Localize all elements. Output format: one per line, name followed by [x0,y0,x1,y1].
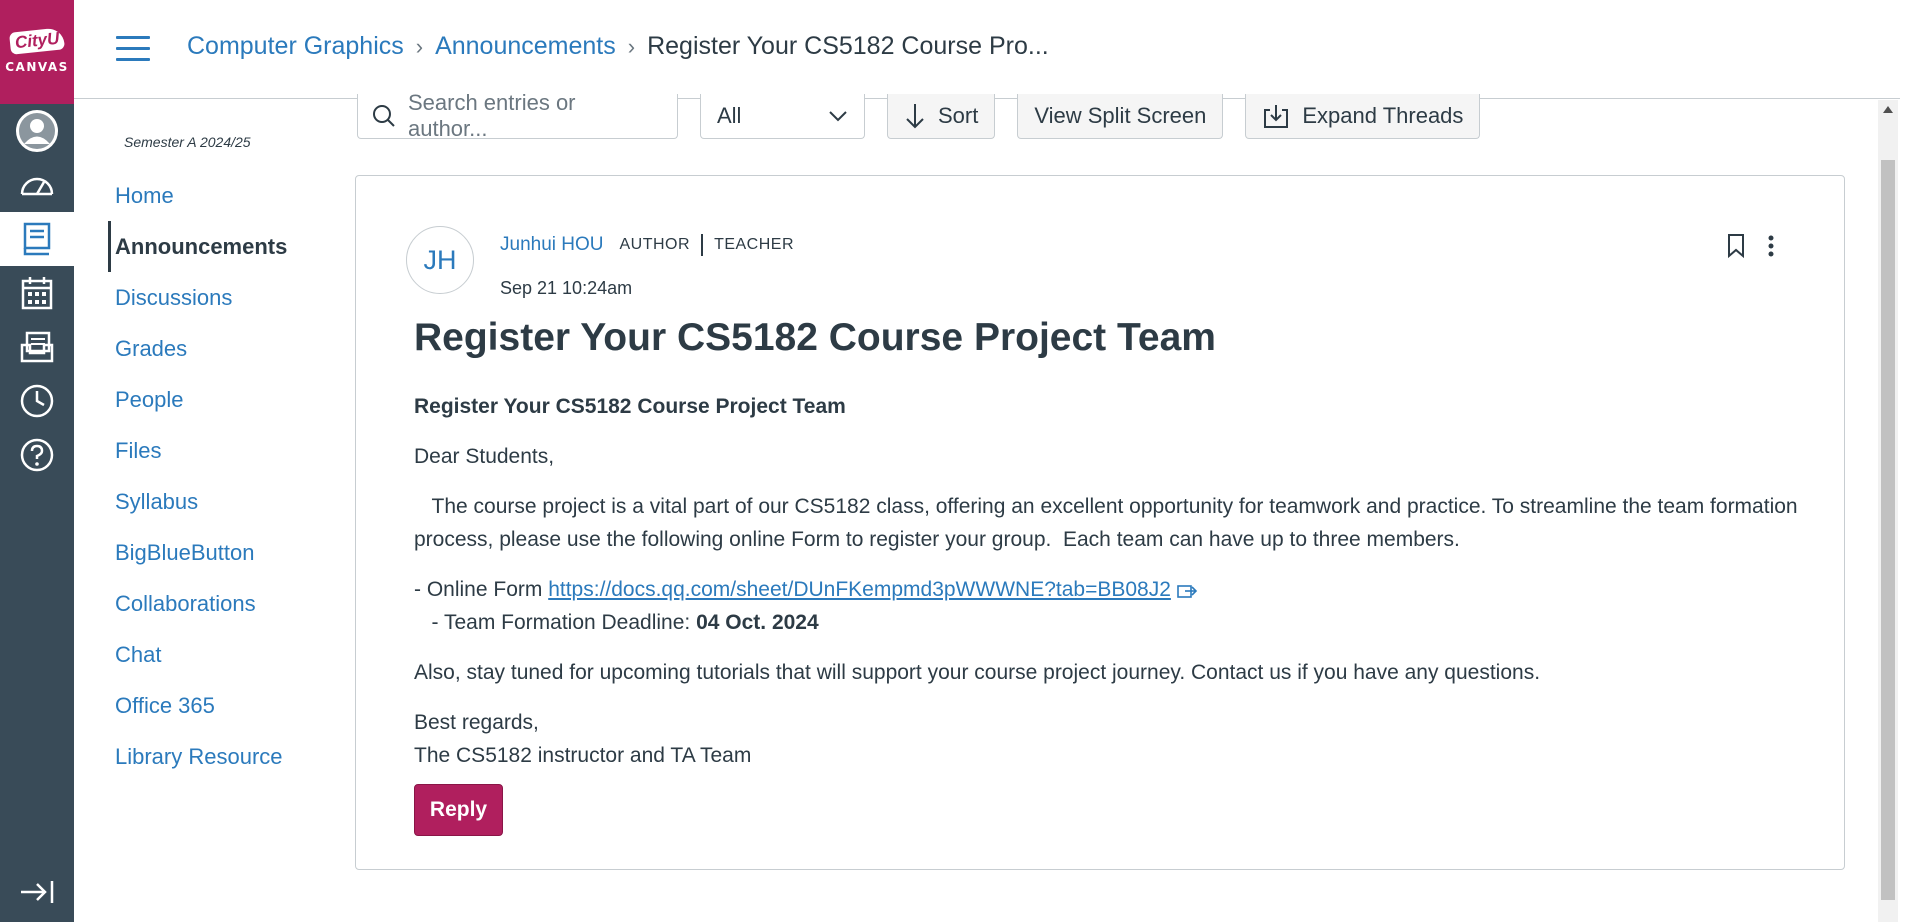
view-split-screen-button[interactable]: View Split Screen [1017,94,1224,139]
teacher-role-badge: TEACHER [714,236,795,253]
post-subtitle: Register Your CS5182 Course Project Team [414,395,846,418]
collapse-nav-button[interactable] [0,870,74,914]
author-name-link[interactable]: Junhui HOU [500,234,604,256]
breadcrumb-current: Register Your CS5182 Course Pro... [647,32,1049,60]
deadline-value: 04 Oct. 2024 [696,611,819,634]
global-nav-courses[interactable] [0,212,74,266]
hamburger-bar [116,47,150,50]
sort-label: Sort [938,103,979,128]
hamburger-bar [116,58,150,61]
expand-label: Expand Threads [1302,103,1464,128]
post-signature: The CS5182 instructor and TA Team [414,744,752,767]
course-nav-grades[interactable]: Grades [108,323,353,374]
post-paragraph: The course project is a vital part of ou… [414,495,1804,551]
post-closing-line: Also, stay tuned for upcoming tutorials … [414,661,1541,684]
filter-select[interactable]: All [700,94,865,139]
course-nav-people[interactable]: People [108,374,353,425]
page-header: Computer Graphics › Announcements › Regi… [74,0,1900,99]
help-icon [20,438,54,472]
breadcrumb-separator-icon: › [627,33,636,59]
course-nav-files[interactable]: Files [108,425,353,476]
course-nav-collaborations[interactable]: Collaborations [108,578,353,629]
global-nav-calendar[interactable] [0,266,74,320]
form-prefix: - Online Form [414,578,549,601]
more-options-icon [1768,235,1774,257]
search-input[interactable]: Search entries or author... [357,90,678,141]
post-title: Register Your CS5182 Course Project Team [414,316,1216,359]
inbox-icon [20,331,54,363]
post-body: Register Your CS5182 Course Project Team… [414,390,1814,772]
reply-button[interactable]: Reply [414,784,503,836]
dashboard-icon [20,177,54,196]
breadcrumb-announcements[interactable]: Announcements [435,32,616,61]
course-nav-list: Home Announcements Discussions Grades Pe… [108,170,353,782]
global-nav-help[interactable] [0,428,74,482]
author-role-badge: AUTHOR [619,236,691,253]
logo-canvas-text: CANVAS [5,60,69,74]
calendar-icon [21,277,53,310]
global-nav-inbox[interactable] [0,320,74,374]
course-nav: Semester A 2024/25 Home Announcements Di… [108,100,353,782]
hamburger-bar [116,36,150,39]
split-label: View Split Screen [1034,103,1207,128]
breadcrumb-separator-icon: › [415,33,424,59]
course-nav-syllabus[interactable]: Syllabus [108,476,353,527]
search-placeholder: Search entries or author... [407,90,576,141]
search-icon [372,105,395,127]
global-nav-account[interactable] [0,104,74,158]
course-nav-bigbluebutton[interactable]: BigBlueButton [108,527,353,578]
chevron-down-icon [829,111,847,122]
scrollbar-thumb[interactable] [1881,160,1895,900]
announcement-post: JH Junhui HOU AUTHOR TEACHER Sep 21 10:2… [355,175,1845,870]
course-nav-library-resource[interactable]: Library Resource [108,731,353,782]
online-form-link[interactable]: https://docs.qq.com/sheet/DUnFKempmd3pWW… [548,578,1171,601]
discussion-toolbar: Search entries or author... All Sort Vie… [357,90,1481,141]
sort-button[interactable]: Sort [887,94,996,139]
courses-icon [23,222,51,256]
history-icon [20,384,54,418]
post-regards: Best regards, [414,711,539,734]
sort-arrow-icon [906,104,924,129]
post-greeting: Dear Students, [414,445,555,468]
page-scrollbar[interactable] [1878,100,1898,922]
course-nav-home[interactable]: Home [108,170,353,221]
expand-icon [1264,105,1289,128]
expand-threads-button[interactable]: Expand Threads [1245,94,1481,139]
global-nav-dashboard[interactable] [0,158,74,212]
course-nav-office365[interactable]: Office 365 [108,680,353,731]
account-icon [16,110,58,152]
global-nav: CityU CANVAS [0,0,74,922]
post-signoff: Best regards, The CS5182 instructor and T… [414,706,1814,772]
logo-cityu-text: CityU [8,27,66,55]
course-menu-toggle[interactable] [116,36,150,64]
term-label: Semester A 2024/25 [124,134,251,150]
course-nav-announcements[interactable]: Announcements [108,221,353,272]
bookmark-icon [1728,234,1744,259]
filter-value: All [717,103,742,128]
deadline-prefix: - Team Formation Deadline: [414,611,697,634]
post-author-line: Junhui HOU AUTHOR TEACHER [500,234,794,256]
course-nav-discussions[interactable]: Discussions [108,272,353,323]
avatar[interactable]: JH [406,226,474,294]
breadcrumb: Computer Graphics › Announcements › Regi… [187,32,1049,61]
post-timestamp: Sep 21 10:24am [500,278,633,298]
external-link-icon [1177,585,1198,598]
role-divider [701,234,704,256]
collapse-arrow-icon [21,881,54,903]
scroll-up-arrow-icon[interactable] [1883,106,1893,113]
post-form-block: - Online Form https://docs.qq.com/sheet/… [414,573,1814,639]
breadcrumb-course[interactable]: Computer Graphics [187,32,404,61]
global-nav-history[interactable] [0,374,74,428]
bookmark-button[interactable] [1726,233,1746,264]
cityu-canvas-logo[interactable]: CityU CANVAS [0,0,74,104]
course-nav-chat[interactable]: Chat [108,629,353,680]
post-options-button[interactable] [1767,234,1775,263]
